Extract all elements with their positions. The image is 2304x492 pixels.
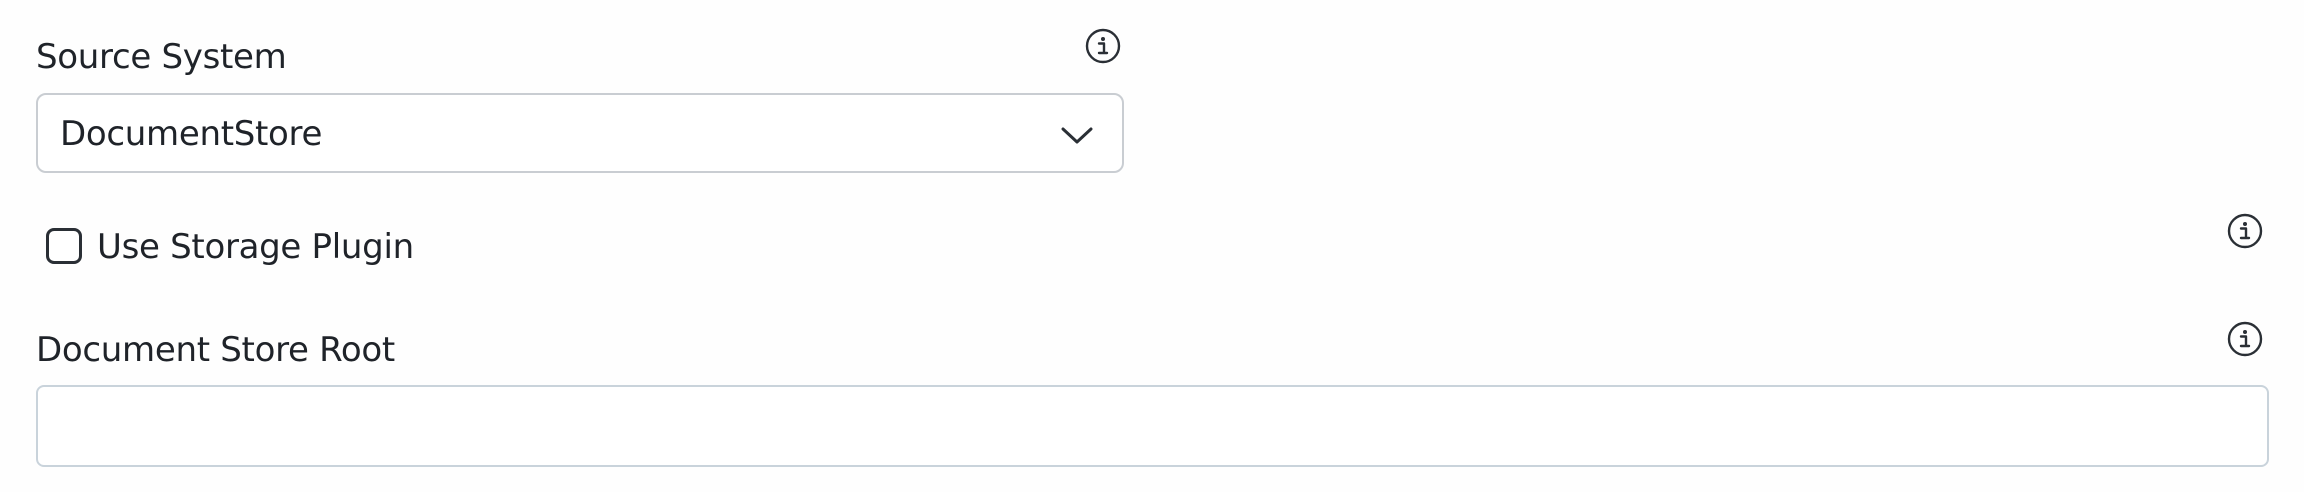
settings-form: Source System DocumentStore Use Storage … xyxy=(0,0,2304,492)
use-storage-plugin-info-icon[interactable] xyxy=(2227,213,2263,249)
source-system-info-icon[interactable] xyxy=(1085,28,1121,64)
source-system-select[interactable]: DocumentStore xyxy=(36,93,1124,173)
source-system-label: Source System xyxy=(36,37,287,77)
source-system-selected-value: DocumentStore xyxy=(60,114,323,154)
use-storage-plugin-checkbox[interactable] xyxy=(46,228,82,264)
use-storage-plugin-label[interactable]: Use Storage Plugin xyxy=(97,230,414,264)
document-store-root-info-icon[interactable] xyxy=(2227,321,2263,357)
document-store-root-input[interactable] xyxy=(36,385,2269,467)
chevron-down-icon xyxy=(1060,121,1094,149)
document-store-root-label: Document Store Root xyxy=(36,330,395,370)
